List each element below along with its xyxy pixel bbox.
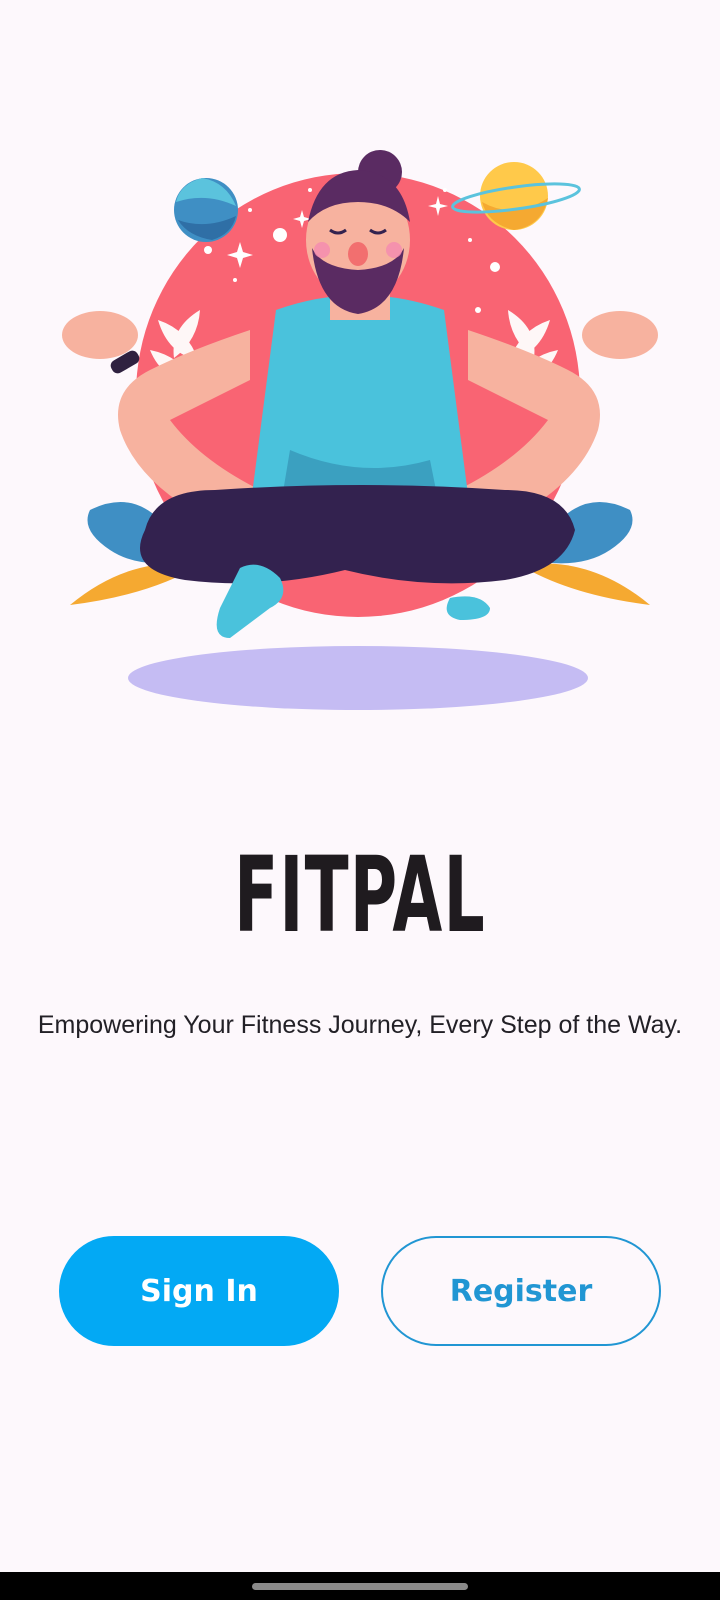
status-bar <box>0 0 720 80</box>
register-button[interactable]: Register <box>381 1236 661 1346</box>
home-indicator[interactable] <box>252 1583 468 1590</box>
tagline: Empowering Your Fitness Journey, Every S… <box>37 1011 683 1039</box>
sign-in-button[interactable]: Sign In <box>59 1236 339 1346</box>
meditation-illustration <box>62 150 658 710</box>
app-title: FITPAL <box>234 834 486 956</box>
